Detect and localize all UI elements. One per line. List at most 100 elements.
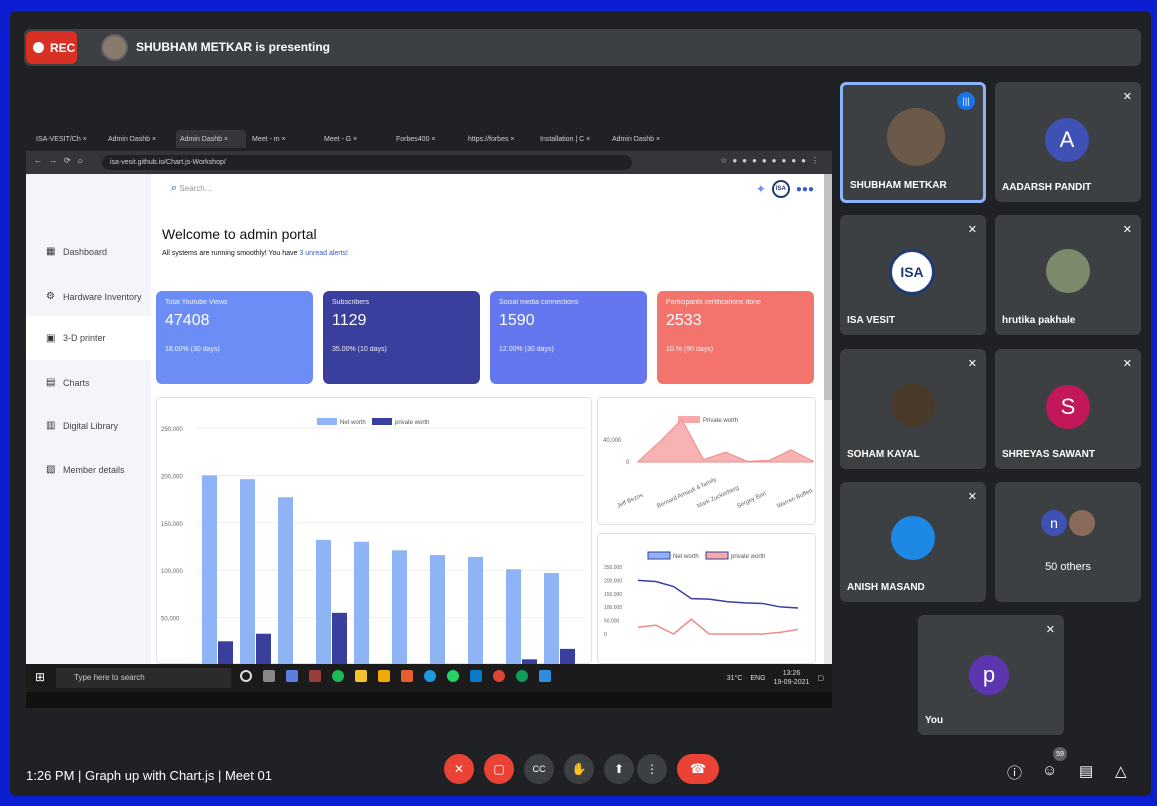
browser-tab[interactable]: Meet - m × [248, 130, 318, 148]
isa-logo-icon[interactable]: ISA [771, 180, 790, 198]
app-icon[interactable] [401, 670, 413, 682]
captions-button[interactable]: CC [524, 754, 554, 784]
tile-aadarsh[interactable]: A ✕ AADARSH PANDIT [995, 82, 1141, 202]
bar-chart-panel: 250,000 200,000 150,000 100,000 50,000 Net wo… [156, 397, 592, 665]
browser-tab[interactable]: Installation | C × [536, 130, 606, 148]
app-icon[interactable] [286, 670, 298, 682]
bar-net-worth [354, 541, 369, 665]
more-icon[interactable]: ●●● [796, 184, 814, 195]
series-line [637, 618, 799, 635]
tile-soham[interactable]: ✕ SOHAM KAYAL [840, 349, 986, 469]
tile-shubham[interactable]: ||| SHUBHAM METKAR [840, 82, 986, 203]
activities-icon[interactable]: △ [1115, 762, 1127, 780]
system-tray: 31°C ENG 13:26 19-09-2021 ▢ [727, 669, 824, 687]
extensions-icon[interactable]: ☆●●●●●●●●⋮ [720, 156, 824, 165]
sidebar-item-dashboard[interactable]: ▦ Dashboard [46, 246, 107, 257]
spotify-icon[interactable] [332, 670, 344, 682]
alerts-link[interactable]: 3 unread alerts! [299, 250, 348, 257]
mic-off-button[interactable]: ✕ [444, 754, 474, 784]
card-value: 1129 [332, 312, 367, 329]
sidebar-item-charts[interactable]: ▤ Charts [46, 377, 90, 388]
more-options-button[interactable]: ⋮ [637, 754, 667, 784]
taskbar-search[interactable]: Type here to search [56, 668, 231, 688]
avatar: A [1045, 118, 1089, 162]
app-icon[interactable] [378, 670, 390, 682]
stat-card-certifications[interactable]: Participants certifications done 2533 10.%… [657, 291, 814, 384]
explorer-icon[interactable] [355, 670, 367, 682]
participant-name: ANISH MASAND [847, 582, 925, 593]
meeting-controls: 1:26 PM | Graph up with Chart.js | Meet … [10, 741, 1151, 796]
camera-off-button[interactable]: ▢ [484, 754, 514, 784]
sidebar-item-3d-printer[interactable]: ▣ 3-D printer [26, 316, 151, 360]
cortana-icon[interactable] [240, 670, 252, 682]
taskview-icon[interactable] [263, 670, 275, 682]
whatsapp-icon[interactable] [447, 670, 459, 682]
tile-others[interactable]: n 50 others [995, 482, 1141, 602]
taskbar-search-text: Type here to search [74, 673, 145, 682]
participant-name: AADARSH PANDIT [1002, 182, 1092, 193]
raise-hand-button[interactable]: ✋ [564, 754, 594, 784]
browser-tab[interactable]: Admin Dashb × [176, 130, 246, 148]
stat-card-subscribers[interactable]: Subscribers 1129 35.00% (10 days) [323, 291, 480, 384]
legend-swatch [647, 551, 671, 560]
browser-tab[interactable]: Meet - G × [320, 130, 390, 148]
browser-tab[interactable]: https://forbes × [464, 130, 534, 148]
sidebar-item-library[interactable]: ▥ Digital Library [46, 420, 118, 431]
present-button[interactable]: ⬆ [604, 754, 634, 784]
tile-hrutika[interactable]: ✕ hrutika pakhale [995, 215, 1141, 335]
tile-you[interactable]: p ✕ You [918, 615, 1064, 735]
portal-search[interactable]: ⌕ Search... [171, 182, 211, 195]
bar-net-worth [430, 555, 445, 665]
bar-private-worth [218, 641, 233, 665]
nav-buttons-icon[interactable]: ←→⟳⌂ [34, 156, 90, 165]
chat-icon[interactable]: ▤ [1079, 762, 1093, 780]
chrome-icon[interactable] [493, 670, 505, 682]
avatar: n [1041, 510, 1067, 536]
browser-tab[interactable]: Admin Dashb × [608, 130, 678, 148]
page-scrollbar[interactable] [824, 174, 832, 664]
stat-card-youtube[interactable]: Total Youtube Views 47408 18.00% (30 days) [156, 291, 313, 384]
sidebar-label: Member details [63, 464, 125, 475]
sidebar-item-members[interactable]: ▧ Member details [46, 464, 125, 475]
windows-taskbar: ⊞ Type here to search 31°C ENG 13:26 19-09-… [26, 664, 832, 692]
presentation-bar: REC SHUBHAM METKAR is presenting [24, 29, 1141, 66]
leave-call-button[interactable]: ☎ [677, 754, 719, 784]
status-text: All systems are running smoothly! You ha… [162, 250, 300, 257]
url-field[interactable]: isa-vesit.github.io/Chart.js-Workshop/ [102, 155, 632, 170]
card-percent: 12.00% (30 days) [499, 346, 554, 353]
info-icon[interactable]: ⓘ [1007, 762, 1022, 783]
notifications-icon[interactable]: ▢ [817, 674, 824, 682]
x-tick-label: Jeff Bezos [616, 493, 644, 510]
sidebar-label: Dashboard [63, 246, 108, 257]
gear-icon: ⚙ [46, 291, 55, 302]
mic-off-icon: ✕ [1122, 91, 1132, 103]
tile-anish[interactable]: ✕ ANISH MASAND [840, 482, 986, 602]
chart-icon: ▤ [46, 377, 56, 388]
y-tick-label: 150,000 [604, 592, 622, 598]
browser-tab[interactable]: Admin Dashb × [104, 130, 174, 148]
app-icon[interactable] [309, 670, 321, 682]
stat-card-social[interactable]: Social media connections 1590 12.00% (30 d… [490, 291, 647, 384]
card-percent: 10.% (90 days) [666, 346, 714, 353]
edge-icon[interactable] [424, 670, 436, 682]
search-icon: ⌕ [171, 182, 178, 194]
card-title: Participants certifications done [666, 299, 761, 306]
people-icon[interactable]: ☺ [1042, 762, 1057, 779]
clock-date: 19-09-2021 [773, 679, 810, 686]
browser-tab[interactable]: Forbes400 × [392, 130, 462, 148]
chrome-icon[interactable] [516, 670, 528, 682]
browser-tab[interactable]: ISA-VESIT/Ch × [32, 130, 102, 148]
vscode-icon[interactable] [470, 670, 482, 682]
shared-screen: ISA-VESIT/Ch × Admin Dashb × Admin Dashb ×… [26, 127, 832, 708]
bar-private-worth [332, 612, 347, 665]
app-icon[interactable] [539, 670, 551, 682]
participant-name: You [925, 715, 944, 726]
y-tick-label: 250,000 [161, 427, 183, 433]
card-value: 2533 [666, 312, 702, 329]
windows-start-icon[interactable]: ⊞ [35, 670, 45, 684]
tile-shreyas[interactable]: S ✕ SHREYAS SAWANT [995, 349, 1141, 469]
library-icon: ▥ [46, 420, 56, 431]
notification-icon[interactable]: ✦ [756, 182, 766, 196]
sidebar-item-hardware[interactable]: ⚙ Hardware Inventory [46, 291, 142, 302]
tile-isa-vesit[interactable]: ISA ✕ ISA VESIT [840, 215, 986, 335]
